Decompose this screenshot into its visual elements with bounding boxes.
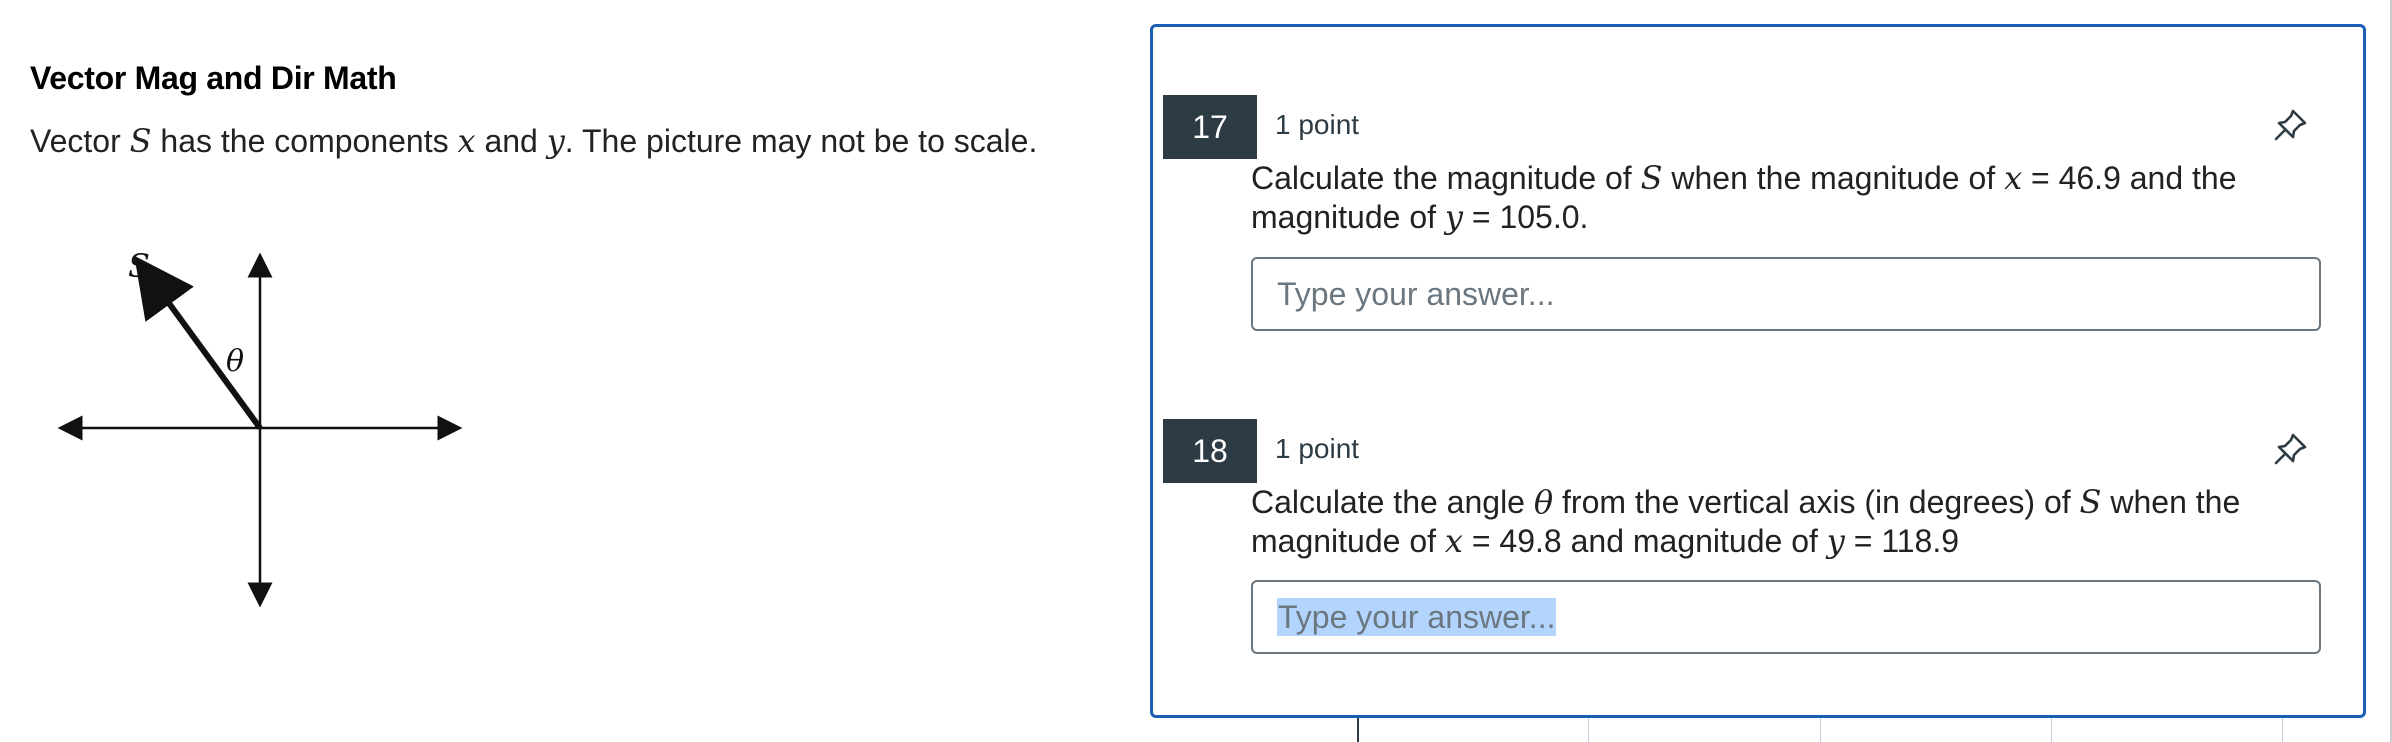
table-divider [2282, 715, 2283, 742]
answer-input-17[interactable] [1251, 257, 2321, 331]
question-17-text: Calculate the magnitude of S when the ma… [1251, 159, 2237, 236]
question-17-points: 1 point [1275, 109, 1360, 140]
instructions-panel: Vector Mag and Dir Math Vector S has the… [30, 60, 1110, 163]
table-divider [1820, 715, 1821, 742]
pin-icon[interactable] [2271, 105, 2311, 145]
vector-diagram: S θ [57, 247, 463, 608]
pin-icon[interactable] [2271, 429, 2311, 469]
vector-s-label: S [128, 247, 150, 285]
question-18-number: 18 [1163, 419, 1257, 483]
question-18-points: 1 point [1275, 433, 1360, 464]
table-divider [1357, 715, 1359, 742]
prompt-text: Vector S has the components x and y. The… [30, 122, 1038, 160]
var-s: S [129, 122, 152, 160]
quiz-page: Vector Mag and Dir Math Vector S has the… [0, 0, 2392, 742]
var-x: x [457, 122, 476, 160]
table-divider [1588, 715, 1589, 742]
selected-placeholder-highlight: Type your answer... [1277, 598, 1557, 636]
question-group: 17 1 point Calculate the magnitude of S … [1150, 24, 2366, 718]
section-title: Vector Mag and Dir Math [30, 60, 397, 96]
table-divider [2051, 715, 2052, 742]
var-y: y [546, 122, 565, 160]
question-18-text: Calculate the angle θ from the vertical … [1251, 483, 2241, 560]
angle-theta-label: θ [226, 344, 244, 379]
question-17-number: 17 [1163, 95, 1257, 159]
